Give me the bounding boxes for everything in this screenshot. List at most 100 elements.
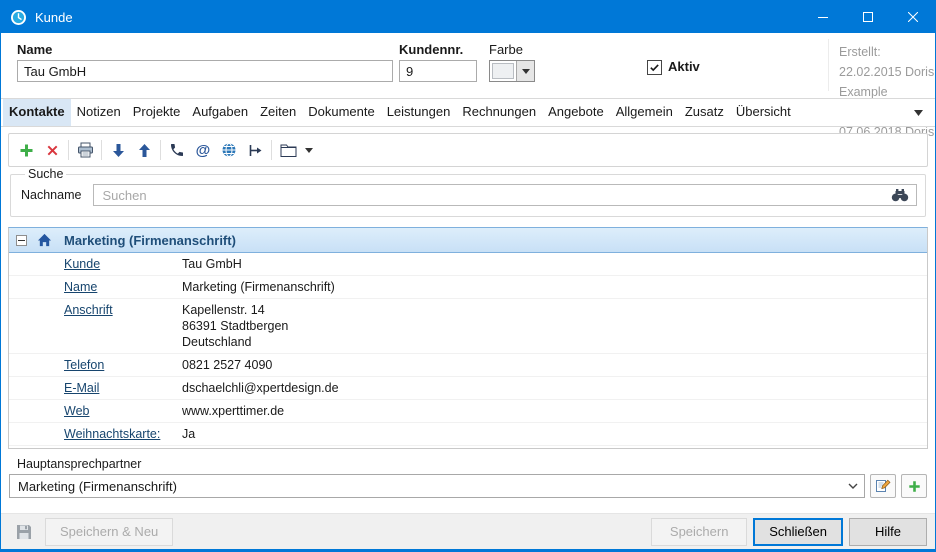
folder-button[interactable] [275, 137, 301, 163]
add-icon [19, 143, 34, 158]
combobox-dropdown-button[interactable] [842, 475, 864, 497]
hilfe-button[interactable]: Hilfe [849, 518, 927, 546]
hauptansprechpartner-label: Hauptansprechpartner [17, 457, 141, 471]
minimize-icon [818, 12, 828, 22]
contact-row: Name Marketing (Firmenanschrift) [9, 276, 927, 299]
search-group-label: Suche [25, 167, 66, 181]
kundennr-label: Kundennr. [399, 42, 463, 57]
tab-kontakte[interactable]: Kontakte [3, 99, 71, 126]
tab-angebote[interactable]: Angebote [542, 99, 610, 126]
tab-overflow-button[interactable] [914, 110, 923, 116]
home-icon [37, 233, 52, 247]
titlebar: Kunde [1, 1, 935, 33]
transfer-button[interactable] [242, 137, 268, 163]
minimize-button[interactable] [800, 1, 845, 33]
schliessen-button[interactable]: Schließen [753, 518, 843, 546]
contact-row: Kunde Tau GmbH [9, 253, 927, 276]
close-icon [908, 12, 918, 22]
add-contact-button[interactable] [901, 474, 927, 498]
move-up-icon [138, 143, 151, 158]
farbe-dropdown[interactable] [489, 60, 535, 82]
folder-dropdown-button[interactable] [301, 137, 317, 163]
tab-projekte[interactable]: Projekte [127, 99, 187, 126]
contact-field-value: Marketing (Firmenanschrift) [182, 279, 927, 295]
binoculars-button[interactable] [891, 188, 909, 202]
name-input[interactable] [17, 60, 393, 82]
contact-field-value: 0821 2527 4090 [182, 357, 927, 373]
contact-row: Telefon 0821 2527 4090 [9, 354, 927, 377]
contacts-toolbar: @ [8, 133, 928, 167]
delete-button[interactable] [39, 137, 65, 163]
speichern-button[interactable]: Speichern [651, 518, 747, 546]
add-icon [908, 480, 921, 493]
toolbar-separator [68, 140, 69, 160]
search-input[interactable] [93, 184, 917, 206]
save-button[interactable] [9, 519, 39, 545]
phone-icon [169, 142, 185, 158]
collapse-toggle[interactable] [16, 235, 27, 246]
tab-aufgaben[interactable]: Aufgaben [186, 99, 254, 126]
edit-contact-button[interactable] [870, 474, 896, 498]
move-down-button[interactable] [105, 137, 131, 163]
tab-zeiten[interactable]: Zeiten [254, 99, 302, 126]
window-title: Kunde [35, 10, 73, 25]
speichern-neu-button[interactable]: Speichern & Neu [45, 518, 173, 546]
print-button[interactable] [72, 137, 98, 163]
phone-button[interactable] [164, 137, 190, 163]
app-icon [10, 9, 27, 26]
aktiv-label: Aktiv [668, 59, 700, 74]
contact-field-label[interactable]: Weihnachtskarte: [64, 426, 182, 442]
meta-divider [828, 39, 829, 91]
print-icon [77, 142, 94, 158]
at-icon: @ [196, 142, 211, 159]
move-up-button[interactable] [131, 137, 157, 163]
contact-row: E-Mail dschaelchli@xpertdesign.de [9, 377, 927, 400]
folder-icon [280, 143, 297, 157]
contact-rows: Kunde Tau GmbH Name Marketing (Firmenans… [9, 253, 927, 446]
close-button[interactable] [890, 1, 935, 33]
toolbar-separator [160, 140, 161, 160]
tab-leistungen[interactable]: Leistungen [381, 99, 457, 126]
tab-dokumente[interactable]: Dokumente [302, 99, 380, 126]
contact-field-label[interactable]: Web [64, 403, 182, 419]
add-button[interactable] [13, 137, 39, 163]
tab-zusatz[interactable]: Zusatz [679, 99, 730, 126]
tab-notizen[interactable]: Notizen [71, 99, 127, 126]
contact-field-label[interactable]: Telefon [64, 357, 182, 373]
name-label: Name [17, 42, 52, 57]
kunde-window: Kunde Name Kundennr. Farbe [0, 0, 936, 552]
contact-field-label[interactable]: Kunde [64, 256, 182, 272]
contact-title: Marketing (Firmenanschrift) [64, 233, 236, 248]
contact-field-value: www.xperttimer.de [182, 403, 927, 419]
contact-field-label[interactable]: Anschrift [64, 302, 182, 350]
web-button[interactable] [216, 137, 242, 163]
aktiv-checkbox[interactable] [647, 60, 662, 75]
contact-row: Web www.xperttimer.de [9, 400, 927, 423]
hauptansprechpartner-row: Marketing (Firmenanschrift) [9, 474, 927, 498]
farbe-label: Farbe [489, 42, 523, 57]
toolbar-separator [101, 140, 102, 160]
farbe-dropdown-button[interactable] [516, 61, 534, 81]
color-swatch [492, 63, 514, 79]
contact-row: Anschrift Kapellenstr. 14 86391 Stadtber… [9, 299, 927, 354]
binoculars-icon [891, 188, 909, 202]
chevron-down-icon [914, 110, 923, 116]
transfer-icon [248, 143, 263, 158]
chevron-down-icon [522, 69, 530, 74]
tab-rechnungen[interactable]: Rechnungen [456, 99, 542, 126]
kundennr-input[interactable] [399, 60, 477, 82]
footer-bar: Speichern & Neu Speichern Schließen Hilf… [1, 513, 935, 549]
maximize-button[interactable] [845, 1, 890, 33]
hauptansprechpartner-combobox[interactable]: Marketing (Firmenanschrift) [9, 474, 865, 498]
toolbar-separator [271, 140, 272, 160]
contact-field-value: dschaelchli@xpertdesign.de [182, 380, 927, 396]
email-button[interactable]: @ [190, 137, 216, 163]
contact-field-value: Ja [182, 426, 927, 442]
tab-uebersicht[interactable]: Übersicht [730, 99, 797, 126]
move-down-icon [112, 143, 125, 158]
contact-field-label[interactable]: Name [64, 279, 182, 295]
contact-field-label[interactable]: E-Mail [64, 380, 182, 396]
contact-row: Weihnachtskarte: Ja [9, 423, 927, 446]
edit-icon [875, 478, 891, 494]
tab-allgemein[interactable]: Allgemein [610, 99, 679, 126]
